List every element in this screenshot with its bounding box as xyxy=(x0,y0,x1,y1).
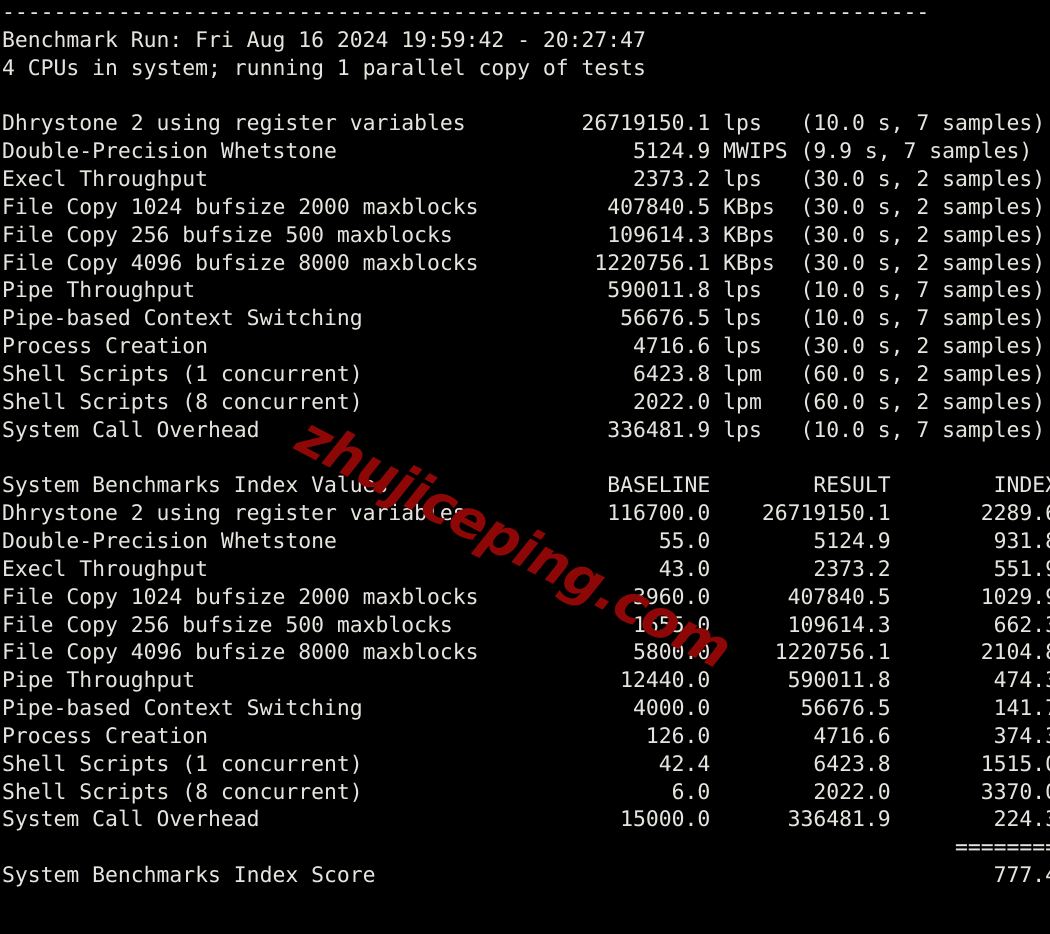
terminal-window: ----------------------------------------… xyxy=(0,0,1050,934)
benchmark-output-text: ----------------------------------------… xyxy=(2,0,1050,889)
